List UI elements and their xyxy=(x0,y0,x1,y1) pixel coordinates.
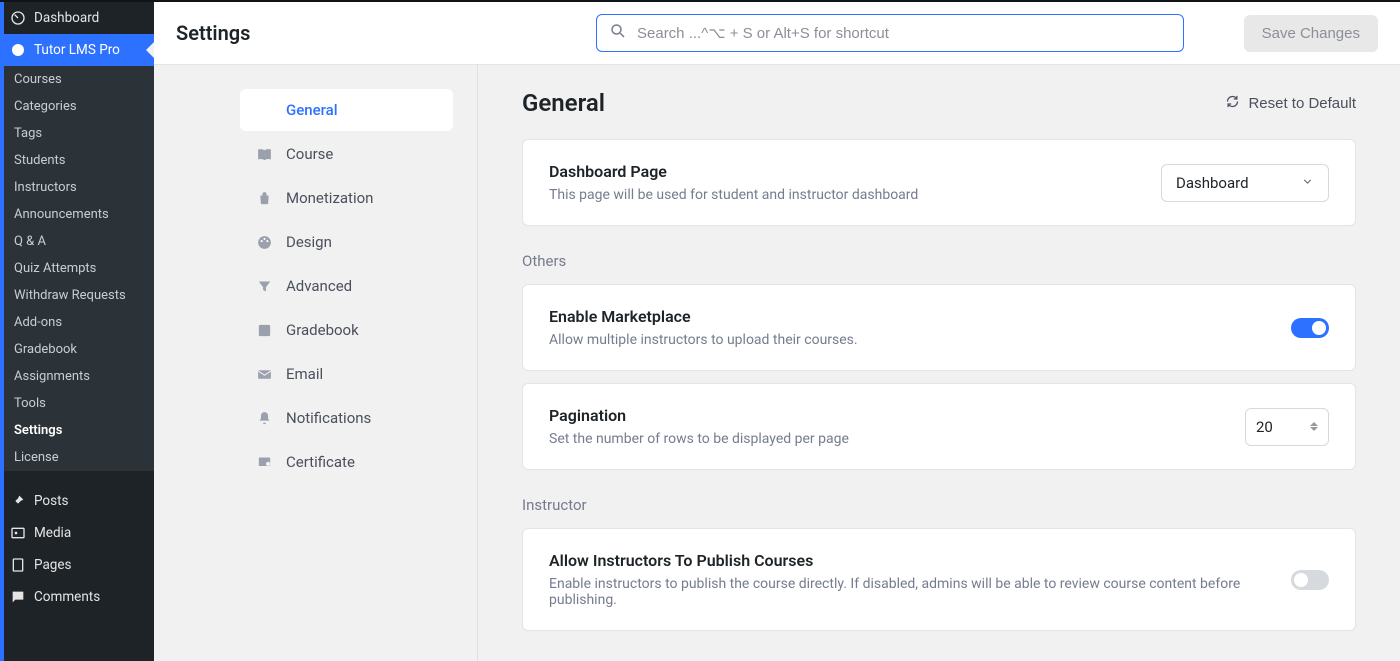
sidebar-item-gradebook[interactable]: Gradebook xyxy=(0,336,154,363)
sidebar-item-instructors[interactable]: Instructors xyxy=(0,174,154,201)
step-up-icon[interactable] xyxy=(1310,422,1318,426)
chevron-down-icon xyxy=(1301,174,1314,192)
card-title: Pagination xyxy=(549,406,1225,425)
card-title: Dashboard Page xyxy=(549,162,1141,181)
tab-gradebook[interactable]: Gradebook xyxy=(240,309,453,351)
sidebar-dashboard[interactable]: Dashboard xyxy=(0,2,154,34)
sidebar-tutor-lms[interactable]: Tutor LMS Pro xyxy=(0,34,154,66)
pagination-input[interactable]: 20 xyxy=(1245,408,1329,446)
tab-course[interactable]: Course xyxy=(240,133,453,175)
media-icon xyxy=(10,525,26,541)
sidebar-item-students[interactable]: Students xyxy=(0,147,154,174)
tab-general[interactable]: General xyxy=(240,89,453,131)
tab-label: Certificate xyxy=(286,453,355,471)
card-desc: Allow multiple instructors to upload the… xyxy=(549,332,1271,348)
sidebar-item-license[interactable]: License xyxy=(0,444,154,471)
tab-notifications[interactable]: Notifications xyxy=(240,397,453,439)
select-value: Dashboard xyxy=(1176,174,1249,192)
number-stepper[interactable] xyxy=(1310,422,1318,431)
sidebar-item-addons[interactable]: Add-ons xyxy=(0,309,154,336)
section-others: Others xyxy=(522,252,1356,270)
admin-sidebar: Dashboard Tutor LMS Pro Courses Categori… xyxy=(0,2,154,661)
sidebar-posts[interactable]: Posts xyxy=(0,485,154,517)
tab-advanced[interactable]: Advanced xyxy=(240,265,453,307)
sidebar-submenu: Courses Categories Tags Students Instruc… xyxy=(0,66,154,471)
refresh-icon xyxy=(1225,94,1240,113)
comment-icon xyxy=(10,589,26,605)
search-input[interactable] xyxy=(637,25,1171,42)
search-input-wrap[interactable] xyxy=(596,14,1184,52)
reset-label: Reset to Default xyxy=(1248,95,1356,112)
globe-icon xyxy=(256,102,273,119)
certificate-icon xyxy=(256,454,273,471)
card-allow-publish: Allow Instructors To Publish Courses Ena… xyxy=(522,528,1356,631)
sidebar-item-settings[interactable]: Settings xyxy=(0,417,154,444)
card-pagination: Pagination Set the number of rows to be … xyxy=(522,383,1356,470)
save-button[interactable]: Save Changes xyxy=(1244,15,1378,52)
sidebar-item-label: Tutor LMS Pro xyxy=(34,42,120,58)
settings-panel: General Reset to Default Dashboard Page … xyxy=(478,65,1400,661)
search-icon xyxy=(609,22,627,44)
grade-icon xyxy=(256,322,273,339)
settings-tabs: General Course Monetization Design Advan… xyxy=(154,65,478,661)
filter-icon xyxy=(256,278,273,295)
publish-toggle[interactable] xyxy=(1291,570,1329,590)
sidebar-pages[interactable]: Pages xyxy=(0,549,154,581)
tab-label: Notifications xyxy=(286,409,371,427)
sidebar-item-qa[interactable]: Q & A xyxy=(0,228,154,255)
tab-label: Design xyxy=(286,233,332,251)
sidebar-item-label: Posts xyxy=(34,493,68,509)
tab-label: Gradebook xyxy=(286,321,359,339)
pagination-value: 20 xyxy=(1256,418,1273,436)
sidebar-media[interactable]: Media xyxy=(0,517,154,549)
marketplace-toggle[interactable] xyxy=(1291,318,1329,338)
page-icon xyxy=(10,557,26,573)
tab-design[interactable]: Design xyxy=(240,221,453,263)
tab-label: Monetization xyxy=(286,189,373,207)
tab-label: General xyxy=(286,101,338,119)
mail-icon xyxy=(256,366,273,383)
palette-icon xyxy=(256,234,273,251)
card-enable-marketplace: Enable Marketplace Allow multiple instru… xyxy=(522,284,1356,371)
sidebar-comments[interactable]: Comments xyxy=(0,581,154,613)
reset-button[interactable]: Reset to Default xyxy=(1225,94,1356,113)
content-area: Settings Save Changes General Course xyxy=(154,2,1400,661)
sidebar-item-tools[interactable]: Tools xyxy=(0,390,154,417)
tab-label: Advanced xyxy=(286,277,352,295)
card-desc: Enable instructors to publish the course… xyxy=(549,576,1271,608)
sidebar-item-label: Pages xyxy=(34,557,72,573)
section-instructor: Instructor xyxy=(522,496,1356,514)
sidebar-item-categories[interactable]: Categories xyxy=(0,93,154,120)
sidebar-item-label: Media xyxy=(34,525,71,541)
pin-icon xyxy=(10,493,26,509)
tab-monetization[interactable]: Monetization xyxy=(240,177,453,219)
page-title: Settings xyxy=(176,21,576,45)
dashboard-page-select[interactable]: Dashboard xyxy=(1161,164,1329,202)
gauge-icon xyxy=(10,10,26,26)
sidebar-item-tags[interactable]: Tags xyxy=(0,120,154,147)
tab-label: Course xyxy=(286,145,333,163)
sidebar-item-withdraw[interactable]: Withdraw Requests xyxy=(0,282,154,309)
sidebar-item-assignments[interactable]: Assignments xyxy=(0,363,154,390)
card-title: Allow Instructors To Publish Courses xyxy=(549,551,1271,570)
book-icon xyxy=(256,146,273,163)
tab-email[interactable]: Email xyxy=(240,353,453,395)
tutor-icon xyxy=(10,42,26,58)
sidebar-item-announcements[interactable]: Announcements xyxy=(0,201,154,228)
step-down-icon[interactable] xyxy=(1310,427,1318,431)
tab-certificate[interactable]: Certificate xyxy=(240,441,453,483)
bell-icon xyxy=(256,410,273,427)
page-header: Settings Save Changes xyxy=(154,2,1400,65)
card-title: Enable Marketplace xyxy=(549,307,1271,326)
card-dashboard-page: Dashboard Page This page will be used fo… xyxy=(522,139,1356,226)
card-desc: This page will be used for student and i… xyxy=(549,187,1141,203)
sidebar-item-label: Dashboard xyxy=(34,10,99,26)
tab-label: Email xyxy=(286,365,323,383)
card-desc: Set the number of rows to be displayed p… xyxy=(549,431,1225,447)
sidebar-item-courses[interactable]: Courses xyxy=(0,66,154,93)
sidebar-item-quiz-attempts[interactable]: Quiz Attempts xyxy=(0,255,154,282)
sidebar-item-label: Comments xyxy=(34,589,100,605)
panel-title: General xyxy=(522,89,605,117)
bag-icon xyxy=(256,190,273,207)
